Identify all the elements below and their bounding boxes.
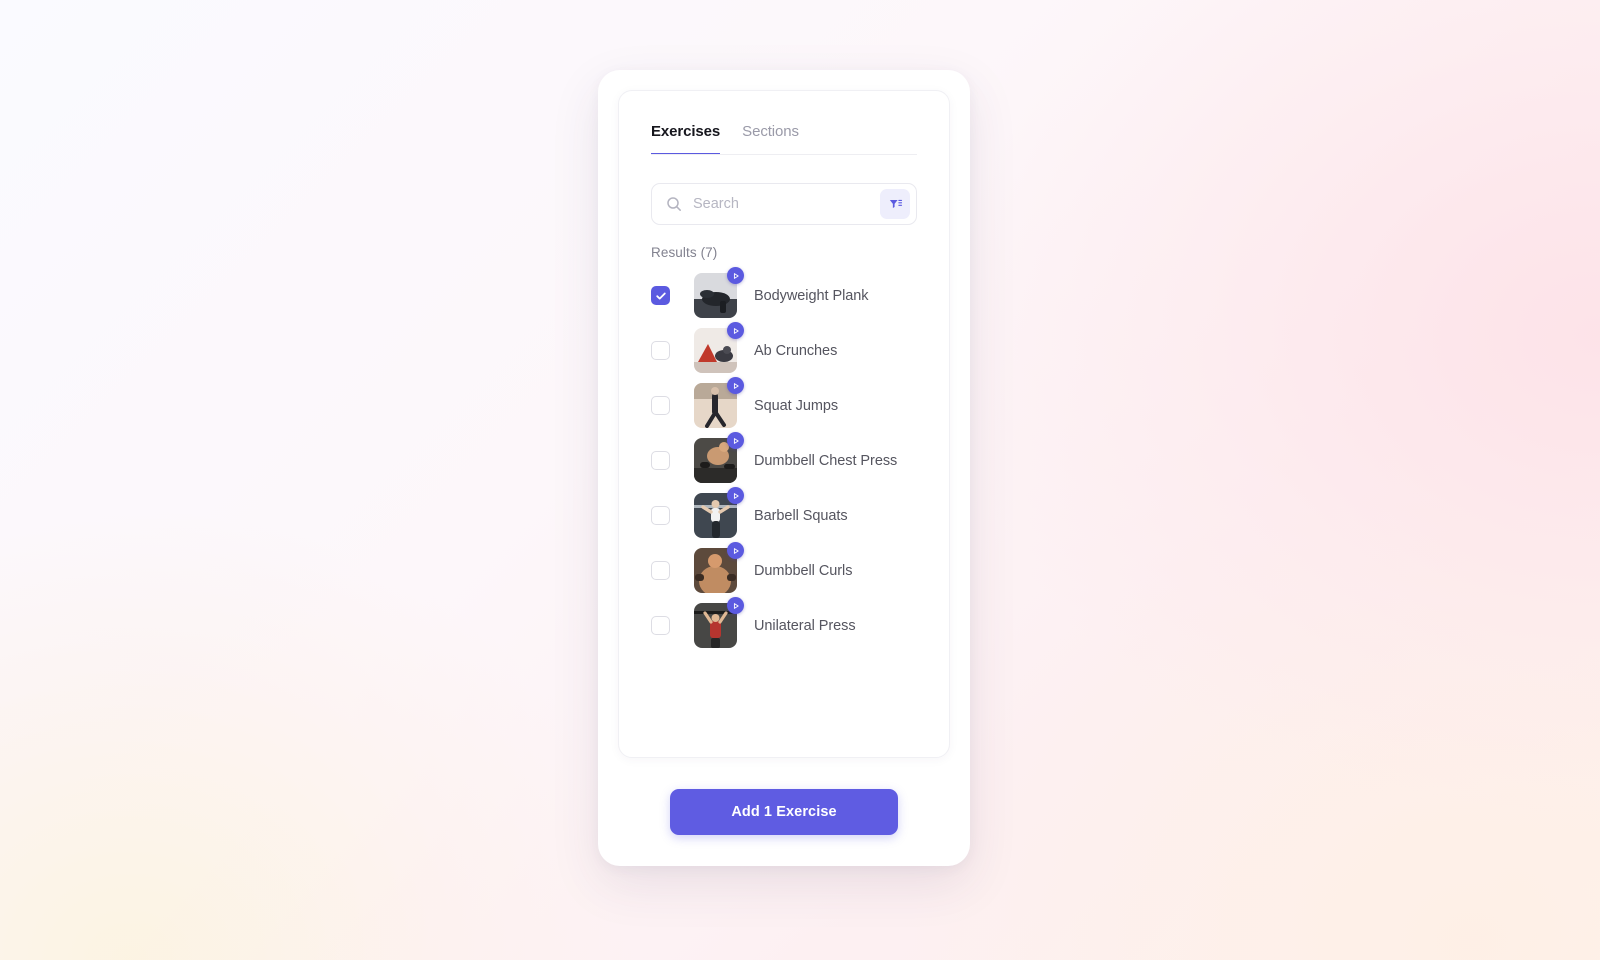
search-bar: [651, 183, 917, 225]
list-item[interactable]: Unilateral Press: [651, 597, 919, 653]
exercise-name: Dumbbell Curls: [754, 562, 853, 579]
play-icon[interactable]: [727, 432, 744, 449]
dialog-card: Exercises Sections Search Results (7) Bo…: [598, 70, 970, 866]
exercise-thumbnail[interactable]: [694, 542, 744, 593]
dialog-footer: Add 1 Exercise: [618, 758, 950, 866]
play-icon[interactable]: [727, 487, 744, 504]
play-icon[interactable]: [727, 597, 744, 614]
exercise-checkbox[interactable]: [651, 506, 670, 525]
exercise-name: Barbell Squats: [754, 507, 848, 524]
exercise-name: Ab Crunches: [754, 342, 838, 359]
tab-sections-label: Sections: [742, 123, 799, 140]
exercise-thumbnail[interactable]: [694, 597, 744, 648]
exercise-checkbox[interactable]: [651, 561, 670, 580]
search-input[interactable]: [682, 196, 880, 212]
exercise-list: Bodyweight Plank Ab Crunches Squat Jumps…: [619, 267, 949, 653]
exercise-thumbnail[interactable]: [694, 377, 744, 428]
exercise-checkbox[interactable]: [651, 341, 670, 360]
exercise-checkbox[interactable]: [651, 616, 670, 635]
exercise-checkbox[interactable]: [651, 396, 670, 415]
list-item[interactable]: Bodyweight Plank: [651, 267, 919, 323]
filter-icon[interactable]: [880, 189, 910, 219]
play-icon[interactable]: [727, 267, 744, 284]
exercise-thumbnail[interactable]: [694, 487, 744, 538]
search-icon: [666, 196, 682, 212]
play-icon[interactable]: [727, 542, 744, 559]
exercise-name: Bodyweight Plank: [754, 287, 869, 304]
exercise-name: Unilateral Press: [754, 617, 856, 634]
add-exercise-button[interactable]: Add 1 Exercise: [670, 789, 898, 835]
exercise-name: Squat Jumps: [754, 397, 839, 414]
list-item[interactable]: Dumbbell Chest Press: [651, 432, 919, 488]
list-item[interactable]: Ab Crunches: [651, 322, 919, 378]
list-item[interactable]: Squat Jumps: [651, 377, 919, 433]
exercise-name: Dumbbell Chest Press: [754, 452, 898, 469]
tab-bar-divider: [651, 154, 917, 155]
tab-bar: Exercises Sections: [619, 91, 949, 155]
exercise-picker-panel: Exercises Sections Search Results (7) Bo…: [618, 90, 950, 758]
results-count-label: Results (7): [651, 245, 718, 260]
list-item[interactable]: Dumbbell Curls: [651, 542, 919, 598]
exercise-checkbox[interactable]: [651, 286, 670, 305]
tab-sections[interactable]: Sections: [742, 123, 799, 155]
tab-exercises[interactable]: Exercises: [651, 123, 720, 155]
tab-exercises-label: Exercises: [651, 123, 721, 140]
play-icon[interactable]: [727, 377, 744, 394]
play-icon[interactable]: [727, 322, 744, 339]
exercise-checkbox[interactable]: [651, 451, 670, 470]
exercise-thumbnail[interactable]: [694, 267, 744, 318]
list-item[interactable]: Barbell Squats: [651, 487, 919, 543]
exercise-thumbnail[interactable]: [694, 432, 744, 483]
exercise-thumbnail[interactable]: [694, 322, 744, 373]
